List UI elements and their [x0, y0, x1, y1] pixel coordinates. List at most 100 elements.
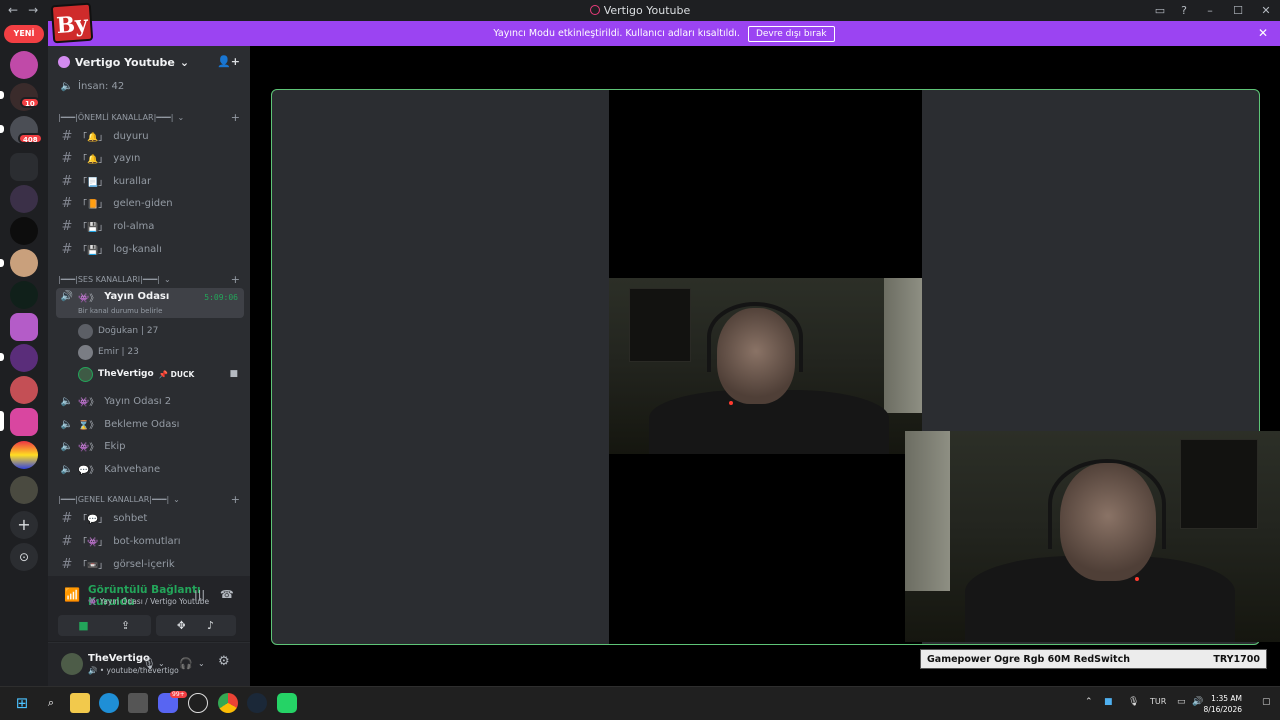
app-icon[interactable] [188, 693, 208, 713]
channel-item[interactable]: # 「📙」 gelen-giden [56, 193, 244, 213]
server-icon[interactable] [10, 51, 38, 79]
invite-icon[interactable]: 👤+ [217, 55, 240, 68]
signal-icon[interactable]: 📶 [64, 588, 80, 603]
unread-pill [0, 91, 4, 99]
server-icon[interactable] [10, 249, 38, 277]
edge-icon[interactable] [99, 693, 119, 713]
connection-location[interactable]: 👾 Yayın Odası / Vertigo Youtube [88, 597, 209, 606]
server-badge-icon [58, 56, 70, 68]
voice-user[interactable]: TheVertigo 📌 DUCK ■ [78, 364, 238, 384]
server-icon[interactable] [10, 185, 38, 213]
channel-item[interactable]: # 「👾」 bot-komutları [56, 531, 244, 551]
settings-icon[interactable]: ⚙ [218, 654, 230, 669]
chevron-up-icon[interactable]: ⌃ [1085, 697, 1093, 707]
voice-channel-item[interactable]: 🔈 ⌛》 Bekleme Odası [56, 414, 244, 434]
close-button[interactable]: ✕ [1252, 4, 1280, 17]
volume-icon[interactable]: 🔊 [1192, 697, 1203, 707]
channel-item[interactable]: # 「💬」 sohbet [56, 508, 244, 528]
headset-icon[interactable]: 🎧 [179, 657, 193, 670]
defender-icon[interactable]: ■ [1104, 697, 1113, 707]
channel-item[interactable]: # 「🔔」 yayın [56, 148, 244, 168]
server-icon[interactable] [10, 281, 38, 309]
channel-sidebar: Vertigo Youtube ⌄ 👤+ 🔈 İnsan: 42 |━━━|ÖN… [48, 46, 250, 686]
store-icon[interactable] [128, 693, 148, 713]
server-header[interactable]: Vertigo Youtube ⌄ 👤+ [48, 46, 250, 78]
add-server-button[interactable]: + [10, 511, 38, 539]
whatsapp-icon[interactable] [277, 693, 297, 713]
server-icon[interactable] [10, 217, 38, 245]
steam-icon[interactable] [247, 693, 267, 713]
voice-user[interactable]: Emir | 23 [78, 342, 238, 362]
channel-name: görsel-içerik [113, 558, 175, 570]
speaker-icon: 🔈 [60, 80, 74, 92]
server-icon[interactable] [10, 313, 38, 341]
banner-close-icon[interactable]: ✕ [1258, 26, 1268, 40]
member-count-channel[interactable]: 🔈 İnsan: 42 [56, 76, 244, 96]
channel-name: Ekip [104, 440, 126, 452]
network-icon[interactable]: ▭ [1177, 697, 1186, 707]
voice-user[interactable]: Doğukan | 27 [78, 321, 238, 341]
channel-item[interactable]: # 「📼」 görsel-içerik [56, 554, 244, 574]
noise-suppression-icon[interactable]: ||| [194, 588, 205, 601]
start-icon[interactable]: ⊞ [12, 693, 32, 713]
avatar [78, 323, 93, 339]
vertigo-server-icon[interactable] [10, 408, 38, 436]
channel-emoji: 「💬」 [78, 514, 108, 525]
window-title: Vertigo Youtube [0, 4, 1280, 17]
voice-channel-item[interactable]: 🔈 💬》 Kahvehane [56, 459, 244, 479]
screen-share-button[interactable]: ⇪ [100, 615, 151, 636]
channel-emoji: 「📃」 [78, 177, 108, 188]
unread-pill [0, 125, 4, 133]
channel-emoji: ⌛》 [78, 420, 99, 431]
inbox-icon[interactable]: ▭ [1148, 4, 1172, 17]
channel-status-hint[interactable]: Bir kanal durumu belirle [78, 307, 162, 315]
category-voice[interactable]: |━━━|SES KANALLARI|━━━| ⌄ + [58, 272, 244, 286]
person-head [1060, 463, 1156, 581]
vertigo-logo-icon [589, 5, 600, 15]
channel-item[interactable]: # 「📃」 kurallar [56, 171, 244, 191]
discover-button[interactable]: ⊙ [10, 543, 38, 571]
clock[interactable]: 1:35 AM 8/16/2026 [1204, 693, 1242, 715]
voice-channel-item[interactable]: 🔈 👾》 Ekip [56, 436, 244, 456]
add-channel-icon[interactable]: + [231, 273, 240, 286]
screen-share-black [609, 454, 922, 644]
server-icon[interactable] [10, 344, 38, 372]
username[interactable]: TheVertigo [88, 653, 150, 664]
server-icon[interactable] [10, 376, 38, 404]
soundboard-button[interactable]: ♪ [185, 615, 236, 636]
chrome-icon[interactable] [218, 693, 238, 713]
add-channel-icon[interactable]: + [231, 111, 240, 124]
chevron-down-icon[interactable]: ⌄ [158, 659, 165, 668]
help-icon[interactable]: ? [1172, 4, 1196, 17]
hash-icon: # [61, 556, 73, 572]
add-channel-icon[interactable]: + [231, 493, 240, 506]
notifications-icon[interactable]: ▢ [1262, 697, 1271, 707]
server-icon[interactable] [10, 476, 38, 504]
file-explorer-icon[interactable] [70, 693, 90, 713]
active-voice-channel[interactable]: 🔊 👾》 Yayın Odası 5:09:06 Bir kanal durum… [56, 288, 244, 318]
channel-item[interactable]: # 「🔔」 duyuru [56, 126, 244, 146]
mic-tray-icon[interactable]: 🎙 [1128, 697, 1139, 707]
title-bar: ← → Vertigo Youtube ▭ ? – ☐ ✕ [0, 0, 1280, 21]
channel-emoji: 「🔔」 [78, 154, 108, 165]
channel-name: yayın [113, 152, 141, 164]
chevron-down-icon[interactable]: ⌄ [198, 659, 205, 668]
server-icon[interactable] [10, 441, 38, 469]
category-general[interactable]: |━━━|GENEL KANALLAR|━━━| ⌄ + [58, 492, 244, 506]
minimize-button[interactable]: – [1196, 4, 1224, 17]
disable-streamer-mode-button[interactable]: Devre dışı bırak [747, 25, 835, 42]
disconnect-icon[interactable]: ☎ [220, 588, 234, 601]
voice-user-name: Emir | 23 [98, 347, 139, 357]
voice-channel-item[interactable]: 🔈 👾》 Yayın Odası 2 [56, 391, 244, 411]
channel-item[interactable]: # 「💾」 log-kanalı [56, 239, 244, 259]
language-indicator[interactable]: TUR [1150, 697, 1166, 706]
new-badge[interactable]: YENİ [4, 25, 44, 43]
search-icon[interactable]: ⌕ [41, 693, 61, 713]
channel-item[interactable]: # 「💾」 rol-alma [56, 216, 244, 236]
avatar[interactable] [61, 653, 83, 675]
folder-icon[interactable] [10, 153, 38, 181]
maximize-button[interactable]: ☐ [1224, 4, 1252, 17]
category-important[interactable]: |━━━|ÖNEMLİ KANALLAR|━━━| ⌄ + [58, 110, 244, 124]
microphone-icon[interactable]: 🎙 [142, 657, 156, 670]
unread-pill [0, 259, 4, 267]
